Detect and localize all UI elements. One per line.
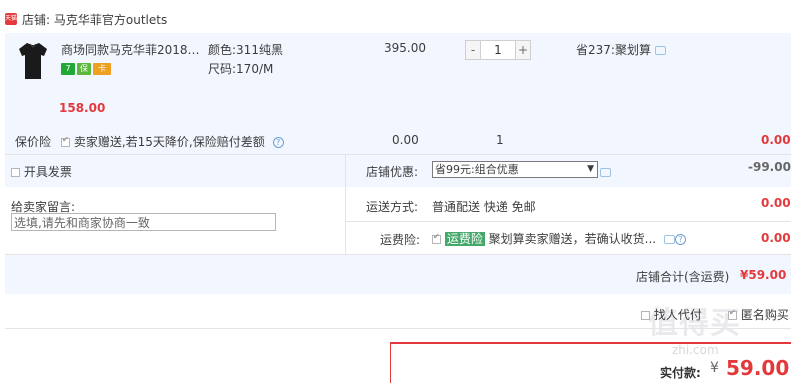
seven-day-return-icon[interactable]: 7 <box>61 63 75 75</box>
price-insurance-checkbox[interactable] <box>61 135 70 147</box>
tmall-shop-icon: 天猫 <box>5 13 17 25</box>
invoice-label: 开具发票 <box>23 165 72 179</box>
sku-color-value: 311纯黑 <box>236 43 283 57</box>
price-insurance-label: 保价险 <box>15 135 52 149</box>
invoice-option: 开具发票 <box>11 163 72 180</box>
discount-chat-icon[interactable] <box>600 168 611 177</box>
shop-label: 店铺: <box>22 13 51 27</box>
invoice-checkbox[interactable] <box>11 168 20 177</box>
shop-discount-amount: -99.00 <box>748 160 791 174</box>
freight-insurance-option: 运费险 聚划算卖家赠送，若确认收货... ? <box>432 230 686 247</box>
shop-header: 店铺: 马克华菲官方outlets <box>22 11 167 28</box>
sku-size-value: 170/M <box>236 62 274 76</box>
divider <box>5 154 791 155</box>
shop-discount-label: 店铺优惠: <box>366 165 419 179</box>
qty-plus-button[interactable]: + <box>515 40 531 60</box>
proxy-pay-checkbox[interactable] <box>641 311 650 320</box>
quantity-stepper: - + <box>465 40 531 60</box>
freight-chat-icon[interactable] <box>663 235 675 244</box>
freight-insurance-tag: 运费险 <box>444 232 485 246</box>
shop-name-link[interactable]: 马克华菲官方outlets <box>54 13 167 27</box>
insurance-amount: 0.00 <box>761 133 791 147</box>
promo-chat-icon[interactable] <box>654 46 666 55</box>
sku-size: 尺码:170/M <box>208 60 273 77</box>
unit-price: 395.00 <box>384 41 426 55</box>
freight-insurance-label: 运费险: <box>380 233 421 247</box>
help-icon[interactable]: ? <box>272 137 284 148</box>
price-insurance-desc: 卖家赠送,若15天降价,保险赔付差额 <box>73 135 265 149</box>
shop-total-amount: ¥59.00 <box>740 268 787 282</box>
shipping-label: 运送方式: <box>366 200 419 214</box>
sku-size-label: 尺码: <box>208 62 237 76</box>
item-subtotal: 158.00 <box>59 101 106 115</box>
help-icon[interactable]: ? <box>674 234 686 245</box>
product-title-link[interactable]: 商场同款马克华菲2018夏... <box>61 41 207 58</box>
freight-insurance-checkbox[interactable] <box>432 232 441 244</box>
divider <box>5 254 791 255</box>
proxy-pay-label: 找人代付 <box>653 308 702 322</box>
proxy-pay-option: 找人代付 <box>641 306 702 323</box>
insurance-price: 0.00 <box>392 133 419 147</box>
promo-info: 省237:聚划算 <box>576 41 666 58</box>
column-divider <box>345 154 346 254</box>
watermark-text: zhi.com <box>672 343 719 357</box>
credit-card-icon[interactable]: 卡 <box>93 63 111 75</box>
price-insurance-option: 卖家赠送,若15天降价,保险赔付差额 ? <box>61 133 284 150</box>
grand-total-amount: 59.00 <box>726 356 790 380</box>
guarantee-icon[interactable]: 保 <box>77 63 91 75</box>
grand-total-currency: ¥ <box>710 360 719 376</box>
seller-note-input[interactable] <box>11 213 276 231</box>
shipping-amount: 0.00 <box>761 196 791 210</box>
qty-minus-button[interactable]: - <box>465 40 481 60</box>
shop-discount-select[interactable]: 省99元:组合优惠 ▼ <box>432 161 598 178</box>
sku-color-label: 颜色: <box>208 43 237 57</box>
promo-text: 省237:聚划算 <box>576 43 651 57</box>
grand-total-label: 实付款: <box>660 366 701 380</box>
product-thumbnail[interactable] <box>18 41 48 81</box>
service-badges: 7 保 卡 <box>61 63 111 75</box>
anonymous-checkbox[interactable] <box>728 308 737 320</box>
anonymous-label: 匿名购买 <box>740 308 789 322</box>
divider <box>345 221 791 222</box>
shipping-method: 普通配送 快递 免邮 <box>432 200 536 214</box>
sku-color: 颜色:311纯黑 <box>208 41 283 58</box>
qty-input[interactable] <box>481 40 515 60</box>
anonymous-option: 匿名购买 <box>728 306 789 323</box>
insurance-qty: 1 <box>496 133 504 147</box>
freight-insurance-desc: 聚划算卖家赠送，若确认收货... <box>488 232 657 246</box>
shop-discount-value: 省99元:组合优惠 <box>435 163 519 176</box>
freight-insurance-amount: 0.00 <box>761 231 791 245</box>
dropdown-arrow-icon: ▼ <box>587 164 594 174</box>
shop-total-label: 店铺合计(含运费) <box>636 270 730 284</box>
